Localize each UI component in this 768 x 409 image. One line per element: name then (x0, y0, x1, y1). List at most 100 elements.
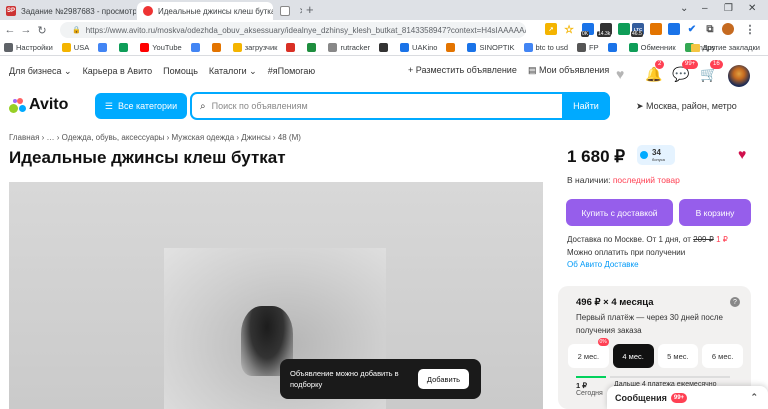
bookmark-favicon-icon (119, 43, 129, 52)
toast-add-button[interactable]: Добавить (418, 369, 469, 389)
search-input[interactable]: Поиск по объявлениям (212, 101, 608, 111)
installment-header: 496 ₽ × 4 месяца (576, 297, 654, 308)
user-avatar[interactable] (728, 65, 750, 87)
bookmark-item[interactable] (211, 43, 224, 52)
bookmark-favicon-icon (577, 43, 587, 52)
chevron-up-icon[interactable]: ⌃ (750, 392, 758, 403)
bonus-icon (640, 151, 648, 159)
bookmark-item[interactable] (98, 43, 110, 52)
bookmark-item[interactable]: btc to usd (523, 43, 568, 52)
browser-tab-image[interactable]: ✕ (274, 2, 302, 20)
location-selector[interactable]: ➤ Москва, район, метро (636, 101, 737, 112)
bookmark-item[interactable]: UAKino (400, 43, 437, 52)
buy-with-delivery-button[interactable]: Купить с доставкой (566, 199, 673, 226)
reload-icon[interactable]: ↻ (34, 24, 50, 37)
post-ad-link[interactable]: + Разместить объявление (408, 65, 517, 75)
bookmark-item[interactable] (286, 43, 298, 52)
other-bookmarks-folder[interactable]: Другие закладки (690, 43, 760, 52)
close-window-button[interactable]: ✕ (748, 3, 756, 14)
bookmark-item[interactable]: Настройки (4, 43, 53, 52)
all-categories-button[interactable]: ☰ Все категории (95, 93, 187, 119)
term-label: 6 мес. (711, 351, 734, 361)
toast-text: Объявление можно добавить в подборку (290, 369, 399, 389)
bookmark-item[interactable]: YouTube (140, 43, 182, 52)
share-icon[interactable]: ↗ (545, 23, 557, 35)
messages-count: 99+ (682, 60, 699, 69)
cart-icon[interactable]: 🛒 16 (700, 60, 723, 82)
bookmark-favicon-icon (98, 43, 108, 52)
ltc-price-badge: 46.5 (631, 31, 643, 37)
bookmark-star-icon[interactable]: ☆ (563, 23, 575, 36)
browser-tab-avito[interactable]: Идеальные джинсы клеш буткат ✕ (137, 2, 273, 20)
bookmark-item[interactable]: загрузчик (232, 43, 277, 52)
avito-logo[interactable]: Avito (9, 96, 68, 114)
close-tab-icon[interactable]: ✕ (295, 6, 302, 17)
browser-menu-icon[interactable]: ⋮ (744, 23, 756, 36)
my-ads-label: Мои объявления (539, 65, 610, 75)
delivery-info: Доставка по Москве. От 1 дня, от 209 ₽ 1… (567, 234, 728, 272)
favorites-heart-icon[interactable]: ♥ (616, 66, 632, 82)
help-icon[interactable]: ? (730, 297, 740, 307)
extension-3-icon[interactable] (618, 23, 630, 35)
delivery-new-price: 1 ₽ (716, 235, 728, 244)
bookmark-label: Обменник (640, 43, 676, 52)
url-field[interactable]: 🔒 https://www.avito.ru/moskva/odezhda_ob… (60, 22, 526, 38)
about-delivery-link[interactable]: Об Авито Доставке (567, 260, 639, 269)
extension-5-icon[interactable] (668, 23, 680, 35)
tab-search-icon[interactable]: ⌄ (680, 3, 688, 14)
payment-progress-first (576, 376, 606, 378)
bookmark-item[interactable]: USA (61, 43, 89, 52)
add-to-cart-button[interactable]: В корзину (679, 199, 751, 226)
extension-4-icon[interactable] (650, 23, 662, 35)
bookmark-favicon-icon (286, 43, 296, 52)
nav-catalogs-link[interactable]: Каталоги ⌄ (209, 66, 257, 77)
bookmark-item[interactable] (446, 43, 458, 52)
delivery-old-price: 209 ₽ (693, 235, 714, 244)
tab-label: Задание №2987683 - просмотр з (21, 6, 136, 16)
vpn-check-icon[interactable]: ✔ (686, 23, 698, 35)
bookmark-favicon-icon (307, 43, 317, 52)
bookmark-item[interactable] (190, 43, 203, 52)
search-icon: ⌕ (200, 100, 206, 112)
forward-icon[interactable]: → (18, 24, 34, 36)
nav-help-link[interactable]: Помощь (163, 66, 198, 76)
term-2-months[interactable]: 2 мес. 0% (568, 338, 609, 368)
term-5-months[interactable]: 5 мес. (657, 344, 699, 368)
bookmark-label: Настройки (16, 43, 53, 52)
messages-icon[interactable]: 💬 99+ (672, 60, 699, 82)
search-box[interactable]: ⌕ Поиск по объявлениям Найти (190, 92, 610, 120)
stock-status: В наличии: последний товар (567, 175, 680, 185)
bookmark-item[interactable] (379, 43, 391, 52)
nav-business-link[interactable]: Для бизнеса ⌄ (9, 66, 72, 77)
bookmark-item[interactable]: rutracker (328, 43, 370, 52)
bookmark-item[interactable] (307, 43, 319, 52)
bookmark-item[interactable] (607, 43, 620, 52)
term-label: 4 мес. (622, 351, 644, 361)
term-6-months[interactable]: 6 мес. (702, 344, 743, 368)
browser-tab-task[interactable]: SP Задание №2987683 - просмотр з ✕ (0, 2, 136, 20)
back-icon[interactable]: ← (2, 24, 18, 36)
bookmark-item[interactable]: FP (577, 43, 599, 52)
maximize-button[interactable]: ❐ (724, 3, 733, 14)
bookmark-item[interactable] (119, 43, 131, 52)
extensions-puzzle-icon[interactable]: ⧉ (704, 23, 716, 35)
messages-panel[interactable]: Сообщения 99+ ⌃ (607, 386, 768, 409)
nav-career-link[interactable]: Карьера в Авито (83, 66, 153, 76)
term-4-months[interactable]: 4 мес. (612, 344, 654, 368)
folder-icon (690, 43, 700, 52)
bookmark-favicon-icon (328, 43, 338, 52)
notifications-bell-icon[interactable]: 🔔 2 (645, 60, 665, 82)
my-ads-link[interactable]: ▤ Мои объявления (528, 65, 609, 76)
bookmark-item[interactable]: Обменник (628, 43, 676, 52)
new-tab-button[interactable]: + (306, 2, 314, 17)
profile-avatar-icon[interactable] (722, 23, 734, 35)
bookmark-item[interactable]: SINOPTIK (467, 43, 515, 52)
bonus-badge[interactable]: 34 бонуса (637, 145, 675, 165)
minimize-button[interactable]: – (702, 3, 708, 14)
nav-ya-pomogayu-link[interactable]: #яПомогаю (268, 66, 315, 76)
breadcrumb[interactable]: Главная › … › Одежда, обувь, аксессуары … (9, 133, 301, 142)
term-label: 2 мес. (577, 351, 600, 361)
add-favorite-heart-icon[interactable]: ♥ (738, 146, 746, 162)
bookmark-label: YouTube (152, 43, 182, 52)
search-button[interactable]: Найти (562, 92, 610, 120)
